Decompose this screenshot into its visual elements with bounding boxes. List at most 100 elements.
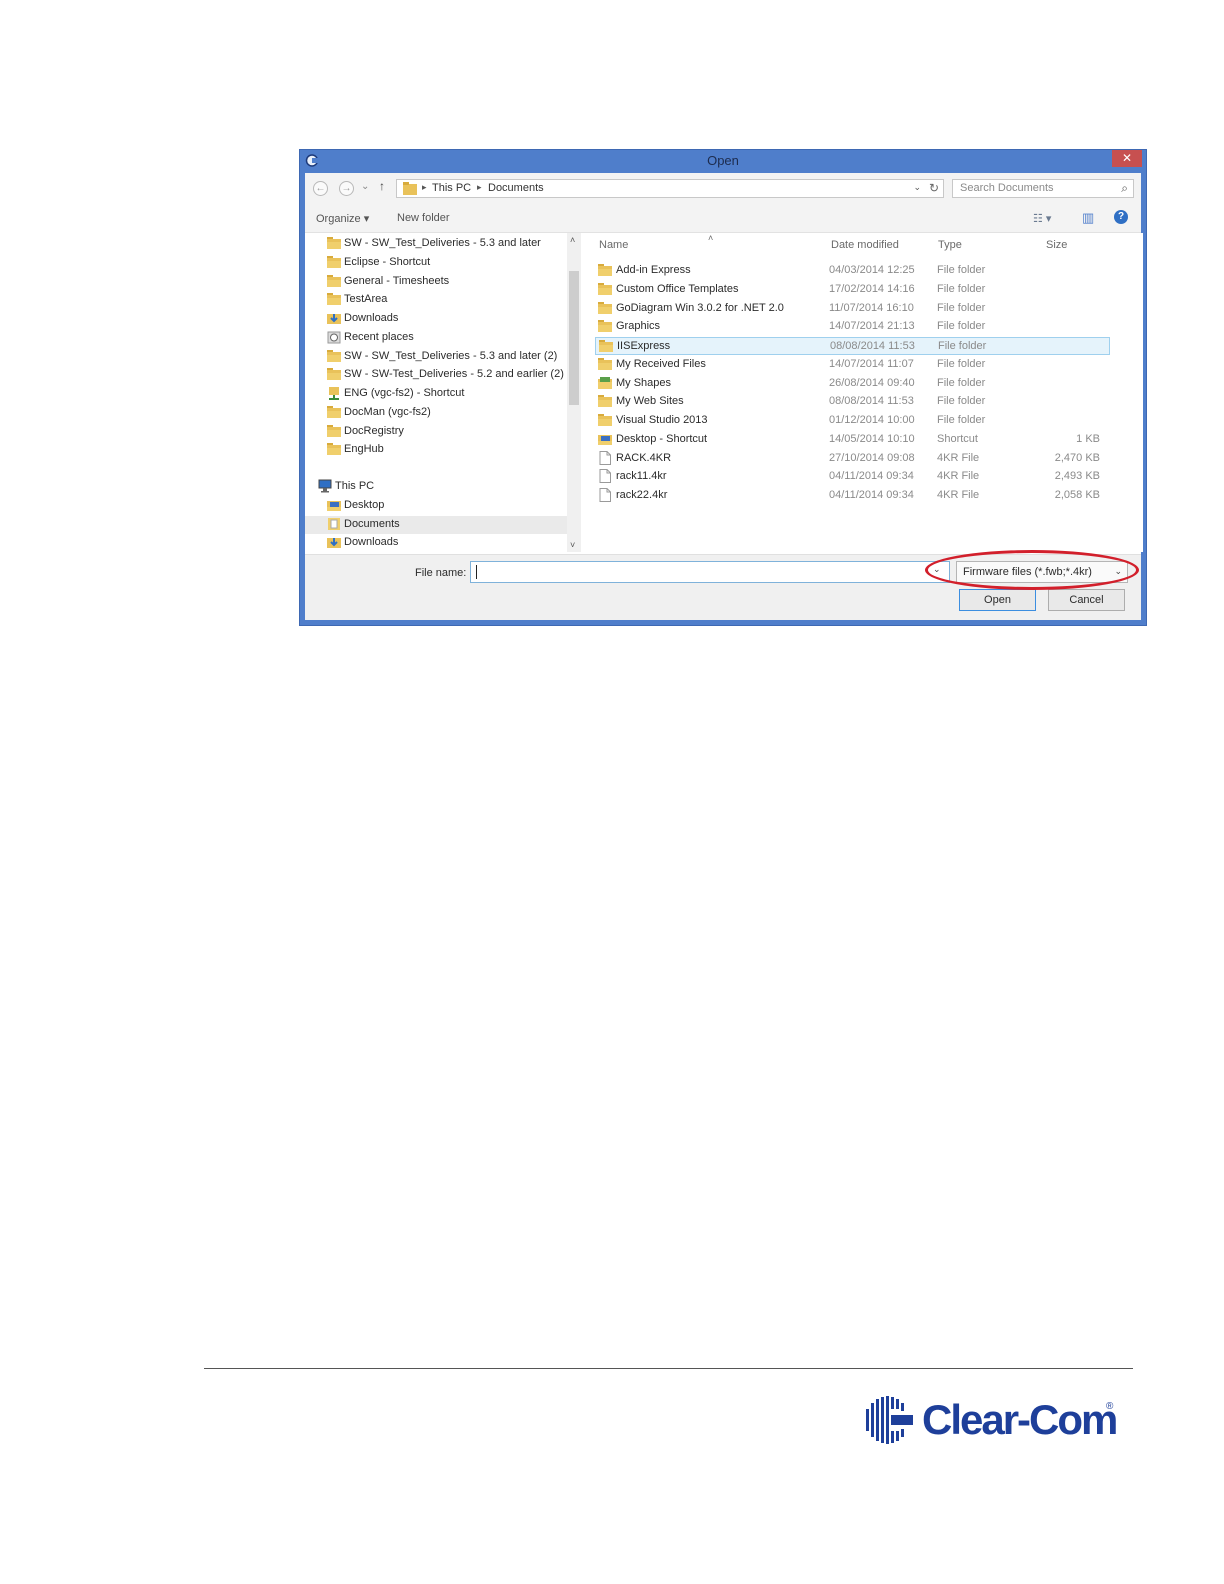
- new-folder-button[interactable]: New folder: [397, 212, 450, 224]
- column-header-size[interactable]: Size: [1046, 239, 1067, 251]
- network-folder-icon: [329, 387, 339, 400]
- file-date: 17/02/2014 14:16: [829, 282, 915, 295]
- scroll-up-icon[interactable]: ˄: [570, 235, 575, 245]
- file-name: My Web Sites: [616, 395, 684, 408]
- file-size: 1 KB: [1076, 432, 1100, 445]
- nav-item[interactable]: Recent places: [327, 329, 565, 347]
- logo-wordmark: Clear-Com: [922, 1396, 1118, 1443]
- file-date: 04/11/2014 09:34: [829, 470, 914, 483]
- folder-icon: [598, 357, 612, 370]
- search-icon[interactable]: ⌕: [1121, 181, 1128, 196]
- file-name: My Received Files: [616, 357, 706, 370]
- nav-item[interactable]: TestArea: [327, 291, 565, 309]
- nav-item-label: This PC: [335, 480, 375, 492]
- nav-item-label: Downloads: [344, 312, 399, 324]
- file-type: File folder: [937, 376, 986, 389]
- folder-icon: [598, 264, 612, 276]
- file-row[interactable]: Add-in Express 04/03/2014 12:25 File folde…: [595, 262, 1110, 280]
- file-row[interactable]: rack22.4kr 04/11/2014 09:34 4KR File 2,058 …: [595, 487, 1110, 505]
- file-type: File folder: [937, 357, 986, 370]
- column-header-date[interactable]: Date modified: [831, 239, 899, 251]
- nav-item[interactable]: SW - SW_Test_Deliveries - 5.3 and later: [327, 235, 565, 253]
- folder-shortcut-icon: [327, 349, 341, 362]
- file-name: GoDiagram Win 3.0.2 for .NET 2.0: [616, 301, 784, 314]
- file-row[interactable]: My Web Sites 08/08/2014 11:53 File folder: [595, 393, 1110, 411]
- search-box[interactable]: Search Documents ⌕: [952, 179, 1134, 198]
- nav-item[interactable]: ENG (vgc-fs2) - Shortcut: [327, 385, 565, 403]
- nav-item[interactable]: SW - SW_Test_Deliveries - 5.3 and later …: [327, 348, 565, 366]
- up-button[interactable]: ↑: [379, 179, 385, 193]
- change-view-icon[interactable]: ☷ ▾: [1033, 212, 1051, 225]
- folder-shortcut-icon: [327, 293, 341, 306]
- folder-icon: [599, 340, 613, 352]
- nav-item-this-pc[interactable]: This PC: [318, 478, 556, 496]
- file-name: My Shapes: [616, 376, 672, 389]
- scroll-thumb[interactable]: [569, 271, 579, 405]
- footer-rule: [204, 1368, 1133, 1369]
- nav-item[interactable]: General - Timesheets: [327, 273, 565, 291]
- file-row[interactable]: Graphics 14/07/2014 21:13 File folder: [595, 318, 1110, 336]
- folder-shortcut-icon: [327, 443, 341, 456]
- address-bar[interactable]: ▸ This PC ▸ Documents ⌄ ↻: [396, 179, 944, 198]
- address-dropdown-icon[interactable]: ⌄: [913, 182, 921, 193]
- nav-item[interactable]: DocRegistry: [327, 423, 565, 441]
- nav-item[interactable]: DocMan (vgc-fs2): [327, 404, 565, 422]
- back-button[interactable]: ←: [313, 181, 328, 196]
- nav-item-label: Desktop: [344, 498, 385, 511]
- file-row[interactable]: Custom Office Templates 17/02/2014 14:16 F…: [595, 281, 1110, 299]
- forward-button[interactable]: →: [339, 181, 354, 196]
- file-row[interactable]: Desktop - Shortcut 14/05/2014 10:10 Shortc…: [595, 431, 1110, 449]
- file-type: File folder: [937, 414, 986, 426]
- file-name-label: File name:: [415, 567, 467, 579]
- cancel-button[interactable]: Cancel: [1048, 589, 1125, 611]
- nav-item-label: Eclipse - Shortcut: [344, 255, 431, 268]
- open-button[interactable]: Open: [959, 589, 1036, 611]
- search-placeholder: Search Documents: [960, 182, 1054, 194]
- breadcrumb-this-pc[interactable]: This PC: [432, 182, 471, 194]
- close-button[interactable]: ✕: [1112, 150, 1142, 167]
- file-row[interactable]: Visual Studio 2013 01/12/2014 10:00 File f…: [595, 412, 1110, 430]
- nav-item[interactable]: Desktop: [327, 497, 565, 515]
- file-row[interactable]: GoDiagram Win 3.0.2 for .NET 2.0 11/07/20…: [595, 300, 1110, 318]
- organize-button[interactable]: Organize ▾: [316, 212, 369, 225]
- folder-shortcut-icon: [327, 405, 341, 418]
- file-type: File folder: [937, 301, 986, 314]
- refresh-icon[interactable]: ↻: [929, 181, 939, 195]
- file-row[interactable]: RACK.4KR 27/10/2014 09:08 4KR File 2,470 KB: [595, 450, 1110, 468]
- recent-locations-icon[interactable]: ⌄: [361, 181, 369, 192]
- column-header-name[interactable]: Name: [599, 239, 628, 251]
- nav-item-label: SW - SW-Test_Deliveries - 5.2 and earlie…: [344, 368, 564, 381]
- nav-item[interactable]: Downloads: [327, 310, 565, 328]
- file-size: 2,470 KB: [1054, 451, 1100, 464]
- file-row[interactable]: rack11.4kr 04/11/2014 09:34 4KR File 2,493 …: [595, 468, 1110, 486]
- nav-item[interactable]: Documents: [305, 515, 567, 534]
- preview-pane-icon[interactable]: ▥: [1082, 210, 1094, 226]
- file-date: 14/07/2014 11:07: [829, 357, 914, 370]
- scroll-down-icon[interactable]: ˅: [570, 540, 575, 550]
- file-size: 2,493 KB: [1054, 470, 1100, 483]
- dialog-title: Open: [707, 153, 739, 168]
- title-bar[interactable]: Open ✕: [300, 150, 1146, 172]
- file-icon: [599, 450, 611, 465]
- nav-item[interactable]: EngHub: [327, 441, 565, 459]
- file-row[interactable]: My Shapes 26/08/2014 09:40 File folder: [595, 375, 1110, 393]
- nav-item-label: DocMan (vgc-fs2): [344, 405, 431, 418]
- nav-item-label: TestArea: [344, 293, 388, 306]
- nav-item-label: DocRegistry: [344, 424, 404, 437]
- file-name-input[interactable]: [470, 561, 950, 583]
- nav-scrollbar[interactable]: ˄ ˅: [567, 233, 581, 552]
- file-row[interactable]: IISExpress 08/08/2014 11:53 File folder: [595, 337, 1110, 355]
- nav-item[interactable]: Eclipse - Shortcut: [327, 254, 565, 272]
- file-date: 14/07/2014 21:13: [829, 320, 915, 333]
- file-type: File folder: [937, 264, 986, 276]
- desktop-icon: [327, 500, 341, 511]
- nav-item[interactable]: Downloads: [327, 534, 565, 552]
- column-header-type[interactable]: Type: [938, 239, 962, 251]
- file-row[interactable]: My Received Files 14/07/2014 11:07 File fo…: [595, 356, 1110, 374]
- breadcrumb-documents[interactable]: Documents: [488, 182, 544, 194]
- file-icon: [599, 469, 611, 484]
- file-date: 08/08/2014 11:53: [829, 395, 914, 408]
- help-icon[interactable]: ?: [1114, 210, 1128, 224]
- file-name: Graphics: [616, 320, 661, 333]
- nav-item[interactable]: SW - SW-Test_Deliveries - 5.2 and earlie…: [327, 366, 565, 384]
